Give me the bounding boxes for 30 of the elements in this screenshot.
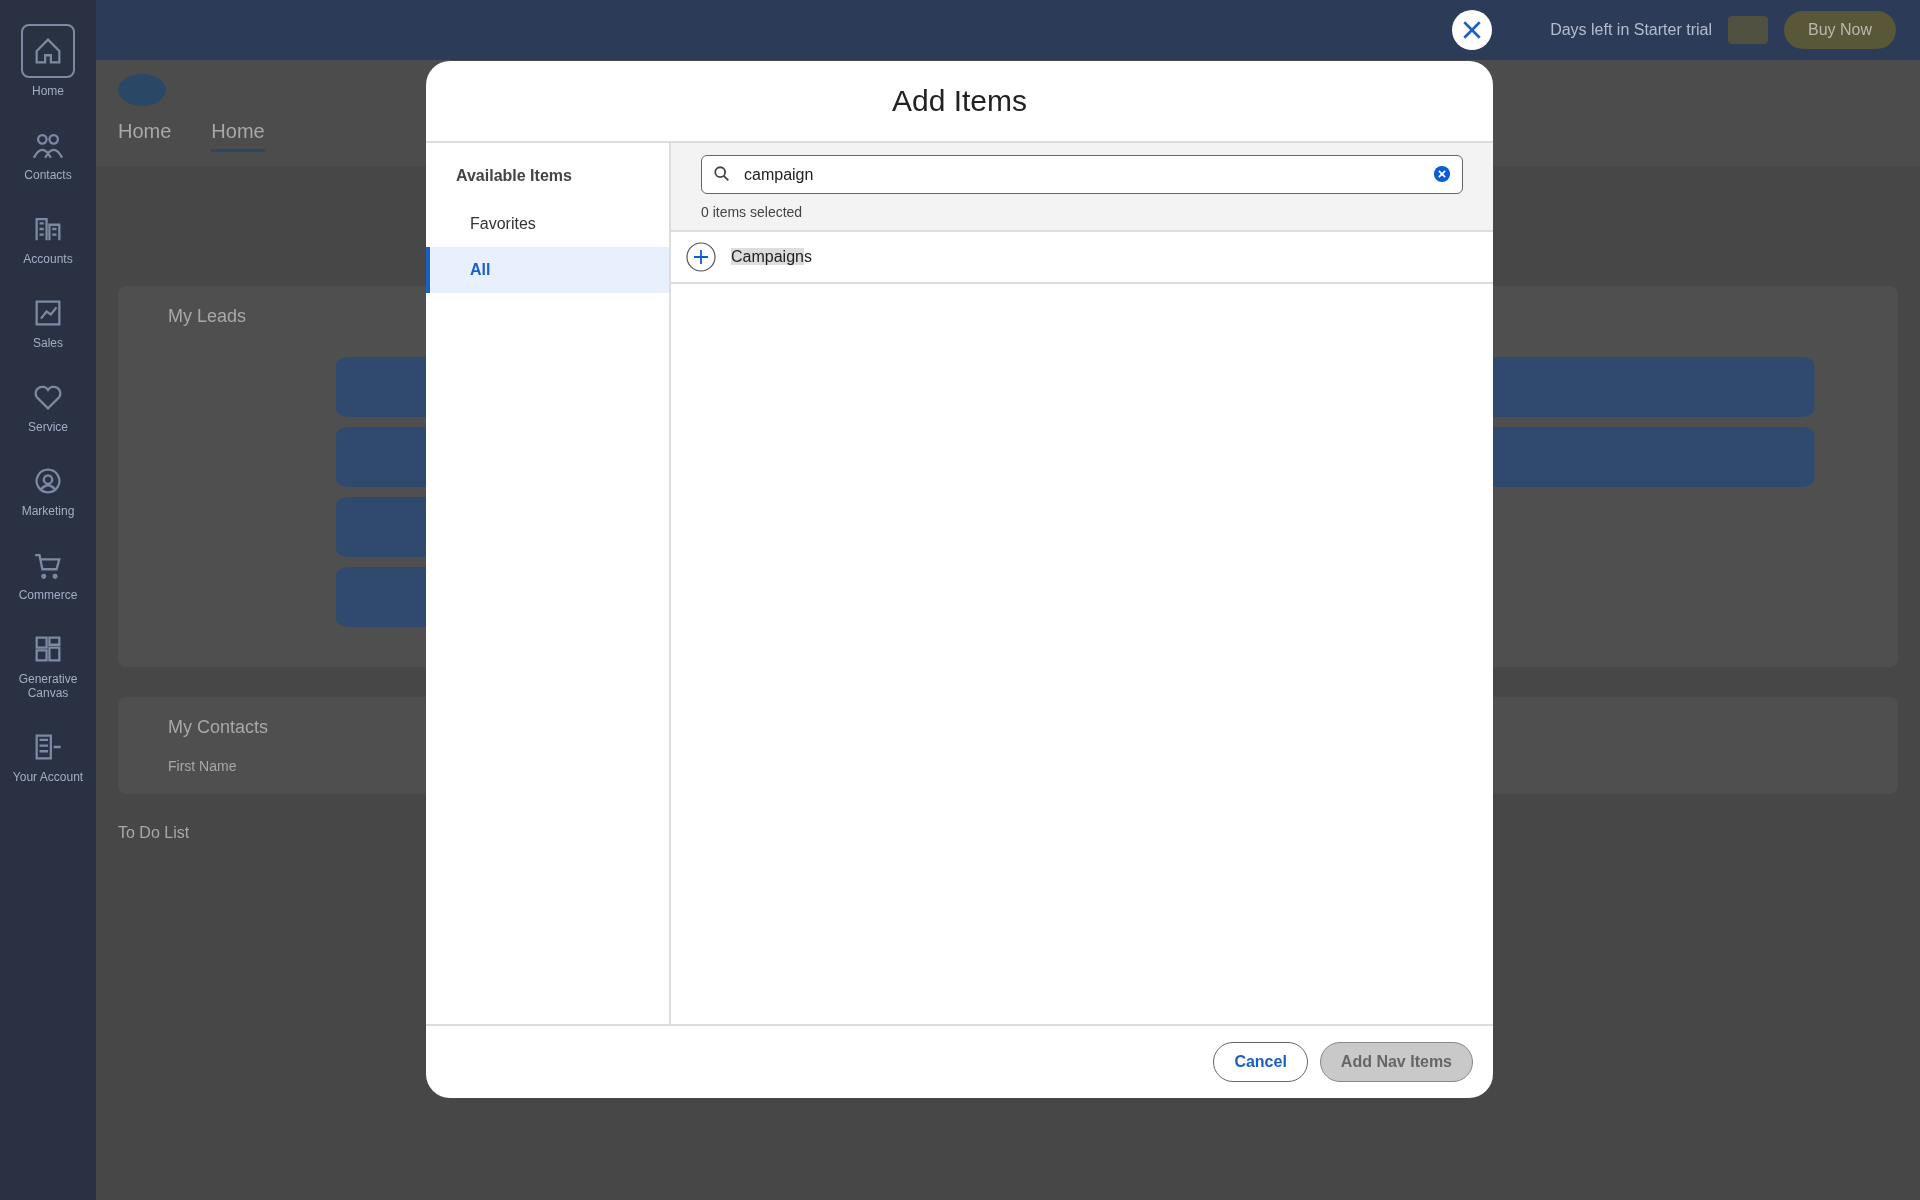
search-field[interactable]: campaign xyxy=(701,155,1463,194)
clear-icon[interactable] xyxy=(1433,165,1451,183)
days-badge xyxy=(1727,16,1768,44)
add-icon[interactable] xyxy=(686,242,716,272)
todo-label: To Do List xyxy=(118,824,191,842)
trial-text: Days left in Starter trial xyxy=(1550,21,1712,39)
cloud-logo xyxy=(118,74,166,106)
home-icon xyxy=(21,24,75,78)
nav-tab[interactable]: Home xyxy=(118,120,172,152)
close-icon xyxy=(1461,19,1483,41)
sidebar-item[interactable]: Your Account xyxy=(8,730,88,784)
column-header: First Name xyxy=(168,758,238,774)
sidebar-item[interactable]: Commerce xyxy=(8,548,88,602)
category-item[interactable]: All xyxy=(426,247,669,293)
category-heading: Available Items xyxy=(455,166,573,186)
selection-count: 0 items selected xyxy=(701,204,804,220)
sidebar-item[interactable]: Sales xyxy=(8,296,88,350)
sidebar-item[interactable]: Contacts xyxy=(8,128,88,182)
buy-now-button[interactable]: Buy Now xyxy=(1783,11,1896,49)
cancel-button[interactable]: Cancel xyxy=(1213,1042,1308,1082)
dialog-title: Add Items xyxy=(891,84,1028,118)
card-title: My Leads xyxy=(168,306,248,327)
sidebar-item[interactable]: Home xyxy=(8,24,88,98)
category-item[interactable]: Favorites xyxy=(426,201,669,247)
sidebar-item[interactable]: Marketing xyxy=(8,464,88,518)
sidebar-item[interactable]: Service xyxy=(8,380,88,434)
sidebar-item[interactable]: Accounts xyxy=(8,212,88,266)
sidebar-item[interactable]: Generative Canvas xyxy=(8,632,88,700)
nav-tab[interactable]: Home xyxy=(211,120,265,152)
card-title: My Contacts xyxy=(168,717,270,738)
